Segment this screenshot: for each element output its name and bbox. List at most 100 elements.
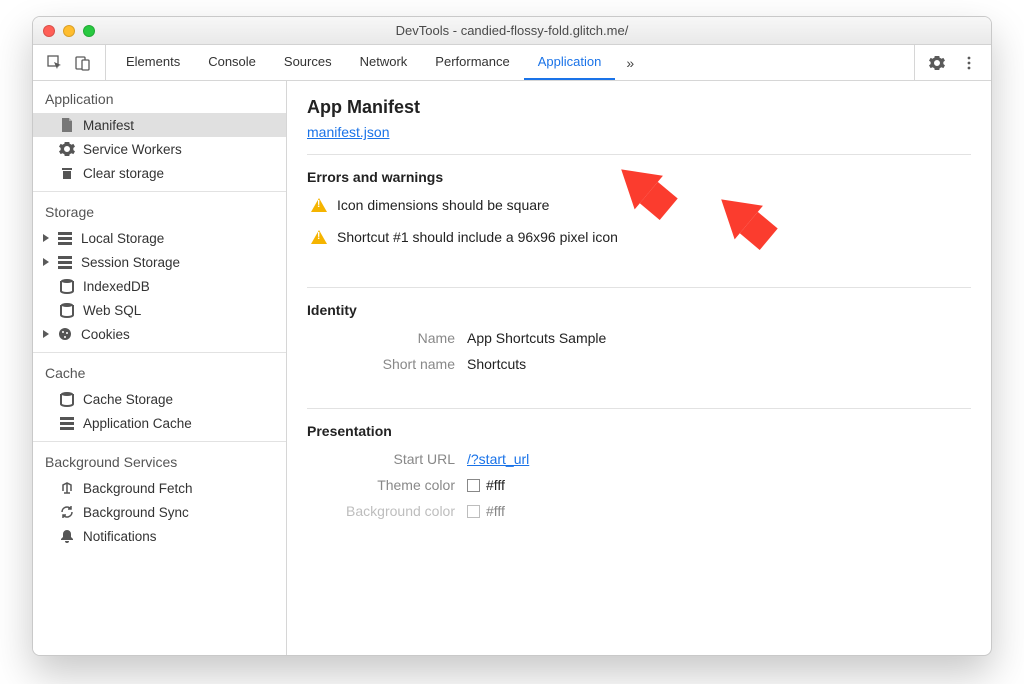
expand-triangle-icon bbox=[43, 330, 49, 338]
main-area: Application Manifest Service Workers Cle… bbox=[33, 81, 991, 655]
devtools-window: DevTools - candied-flossy-fold.glitch.me… bbox=[32, 16, 992, 656]
kv-label: Start URL bbox=[307, 451, 467, 467]
sidebar-item-label: Cache Storage bbox=[83, 392, 173, 407]
sidebar-item-local-storage[interactable]: Local Storage bbox=[33, 226, 286, 250]
sidebar-item-label: Clear storage bbox=[83, 166, 164, 181]
color-swatch bbox=[467, 479, 480, 492]
tab-network[interactable]: Network bbox=[346, 45, 422, 80]
sidebar-item-manifest[interactable]: Manifest bbox=[33, 113, 286, 137]
kebab-menu-icon[interactable] bbox=[955, 55, 983, 71]
color-swatch bbox=[467, 505, 480, 518]
sync-icon bbox=[59, 504, 75, 520]
sidebar-item-label: Service Workers bbox=[83, 142, 182, 157]
sidebar-item-application-cache[interactable]: Application Cache bbox=[33, 411, 286, 435]
kv-label: Background color bbox=[307, 503, 467, 519]
titlebar: DevTools - candied-flossy-fold.glitch.me… bbox=[33, 17, 991, 45]
presentation-block: Presentation Start URL /?start_url Theme… bbox=[307, 408, 971, 541]
sidebar-item-clear-storage[interactable]: Clear storage bbox=[33, 161, 286, 185]
kv-row: Theme color #fff bbox=[307, 477, 971, 493]
panel-title: App Manifest bbox=[307, 97, 971, 118]
warning-row: Shortcut #1 should include a 96x96 pixel… bbox=[311, 229, 971, 245]
sidebar-item-cache-storage[interactable]: Cache Storage bbox=[33, 387, 286, 411]
sidebar-item-label: Cookies bbox=[81, 327, 130, 342]
toolbar-left-group bbox=[33, 45, 106, 80]
color-hex: #fff bbox=[486, 503, 505, 519]
warning-text: Icon dimensions should be square bbox=[337, 197, 549, 213]
divider bbox=[33, 441, 286, 442]
devtools-toolbar: Elements Console Sources Network Perform… bbox=[33, 45, 991, 81]
sidebar-section-application: Application bbox=[33, 81, 286, 113]
gear-icon bbox=[59, 141, 75, 157]
sidebar-section-background-services: Background Services bbox=[33, 444, 286, 476]
color-hex: #fff bbox=[486, 477, 505, 493]
warning-text: Shortcut #1 should include a 96x96 pixel… bbox=[337, 229, 618, 245]
sidebar-item-notifications[interactable]: Notifications bbox=[33, 524, 286, 548]
identity-block: Identity Name App Shortcuts Sample Short… bbox=[307, 287, 971, 394]
sidebar-item-label: Notifications bbox=[83, 529, 157, 544]
expand-triangle-icon bbox=[43, 258, 49, 266]
sidebar-item-label: Manifest bbox=[83, 118, 134, 133]
database-icon bbox=[59, 278, 75, 294]
table-icon bbox=[57, 254, 73, 270]
fetch-icon bbox=[59, 480, 75, 496]
inspect-element-icon[interactable] bbox=[41, 55, 69, 71]
warning-icon bbox=[311, 198, 327, 212]
file-icon bbox=[59, 117, 75, 133]
manifest-link[interactable]: manifest.json bbox=[307, 124, 389, 140]
devtools-tabs: Elements Console Sources Network Perform… bbox=[106, 45, 914, 80]
sidebar-item-cookies[interactable]: Cookies bbox=[33, 322, 286, 346]
sidebar-section-storage: Storage bbox=[33, 194, 286, 226]
sidebar-item-session-storage[interactable]: Session Storage bbox=[33, 250, 286, 274]
sidebar-item-label: Background Fetch bbox=[83, 481, 193, 496]
warning-icon bbox=[311, 230, 327, 244]
divider bbox=[33, 352, 286, 353]
database-icon bbox=[59, 302, 75, 318]
bell-icon bbox=[59, 528, 75, 544]
kv-value: #fff bbox=[467, 477, 505, 493]
sidebar-item-label: IndexedDB bbox=[83, 279, 150, 294]
application-sidebar: Application Manifest Service Workers Cle… bbox=[33, 81, 287, 655]
kv-label: Theme color bbox=[307, 477, 467, 493]
kv-value: #fff bbox=[467, 503, 505, 519]
kv-row: Start URL /?start_url bbox=[307, 451, 971, 467]
sidebar-item-label: Local Storage bbox=[81, 231, 164, 246]
tab-elements[interactable]: Elements bbox=[112, 45, 194, 80]
sidebar-item-indexeddb[interactable]: IndexedDB bbox=[33, 274, 286, 298]
sidebar-item-websql[interactable]: Web SQL bbox=[33, 298, 286, 322]
device-toolbar-icon[interactable] bbox=[69, 55, 97, 71]
presentation-heading: Presentation bbox=[307, 423, 971, 439]
sidebar-item-background-fetch[interactable]: Background Fetch bbox=[33, 476, 286, 500]
sidebar-section-cache: Cache bbox=[33, 355, 286, 387]
kv-row: Name App Shortcuts Sample bbox=[307, 330, 971, 346]
sidebar-item-service-workers[interactable]: Service Workers bbox=[33, 137, 286, 161]
tab-sources[interactable]: Sources bbox=[270, 45, 346, 80]
table-icon bbox=[57, 230, 73, 246]
sidebar-item-label: Session Storage bbox=[81, 255, 180, 270]
kv-value: Shortcuts bbox=[467, 356, 526, 372]
trash-icon bbox=[59, 165, 75, 181]
sidebar-item-label: Background Sync bbox=[83, 505, 189, 520]
database-icon bbox=[59, 391, 75, 407]
start-url-link[interactable]: /?start_url bbox=[467, 451, 529, 467]
toolbar-right-group bbox=[914, 45, 991, 80]
identity-heading: Identity bbox=[307, 302, 971, 318]
kv-row: Background color #fff bbox=[307, 503, 971, 519]
tabs-overflow-button[interactable]: » bbox=[615, 45, 645, 80]
tab-console[interactable]: Console bbox=[194, 45, 270, 80]
manifest-panel: App Manifest manifest.json Errors and wa… bbox=[287, 81, 991, 655]
kv-label: Short name bbox=[307, 356, 467, 372]
tab-performance[interactable]: Performance bbox=[421, 45, 523, 80]
sidebar-item-label: Application Cache bbox=[83, 416, 192, 431]
kv-value: App Shortcuts Sample bbox=[467, 330, 606, 346]
table-icon bbox=[59, 415, 75, 431]
kv-label: Name bbox=[307, 330, 467, 346]
expand-triangle-icon bbox=[43, 234, 49, 242]
sidebar-item-label: Web SQL bbox=[83, 303, 141, 318]
tab-application[interactable]: Application bbox=[524, 45, 616, 80]
window-title: DevTools - candied-flossy-fold.glitch.me… bbox=[33, 23, 991, 38]
kv-row: Short name Shortcuts bbox=[307, 356, 971, 372]
settings-gear-icon[interactable] bbox=[923, 55, 951, 71]
sidebar-item-background-sync[interactable]: Background Sync bbox=[33, 500, 286, 524]
divider bbox=[33, 191, 286, 192]
cookie-icon bbox=[57, 326, 73, 342]
